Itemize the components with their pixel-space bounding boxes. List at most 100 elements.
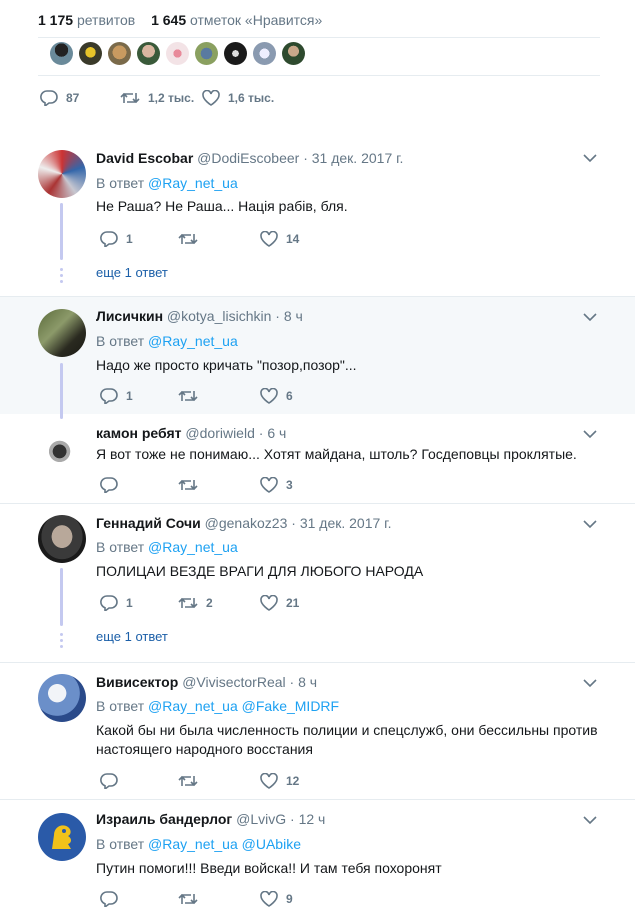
mention-link[interactable]: @Fake_MIDRF bbox=[242, 698, 339, 714]
reply-tweet[interactable]: David Escobar @DodiEscobeer · 31 дек. 20… bbox=[0, 140, 635, 297]
reply-count: 1 bbox=[126, 596, 133, 610]
reply-count: 1 bbox=[126, 389, 133, 403]
reply-button[interactable] bbox=[100, 891, 126, 907]
user-handle[interactable]: @DodiEscobeer bbox=[197, 150, 299, 166]
heart-icon bbox=[260, 231, 278, 247]
reply-tweet[interactable]: Лисичкин @kotya_lisichkin · 8 ч В ответ … bbox=[0, 297, 635, 419]
mention-link[interactable]: @UAbike bbox=[242, 836, 301, 852]
separator: · bbox=[291, 515, 296, 531]
avatar[interactable] bbox=[38, 425, 86, 473]
show-more-replies-link[interactable]: еще 1 ответ bbox=[96, 265, 168, 280]
reply-button[interactable]: 1 bbox=[100, 595, 133, 611]
mention-link[interactable]: @Ray_net_ua bbox=[148, 539, 238, 555]
retweet-button[interactable] bbox=[178, 477, 206, 493]
liker-avatar[interactable] bbox=[79, 42, 102, 65]
user-name[interactable]: камон ребят bbox=[96, 425, 182, 441]
timestamp[interactable]: 31 дек. 2017 г. bbox=[312, 150, 404, 166]
retweet-button[interactable]: 2 bbox=[178, 595, 213, 611]
user-handle[interactable]: @VivisectorReal bbox=[182, 674, 285, 690]
timestamp[interactable]: 8 ч bbox=[298, 674, 317, 690]
reply-button[interactable] bbox=[100, 773, 126, 789]
chevron-down-icon[interactable] bbox=[583, 519, 597, 529]
reply-tweet[interactable]: Вивисектор @VivisectorReal · 8 ч В ответ… bbox=[0, 663, 635, 800]
user-handle[interactable]: @genakoz23 bbox=[205, 515, 288, 531]
main-retweet-button[interactable]: 1,2 тыс. bbox=[120, 90, 194, 106]
reply-button[interactable]: 1 bbox=[100, 231, 133, 247]
thread-line bbox=[60, 568, 63, 626]
liker-avatar[interactable] bbox=[224, 42, 247, 65]
like-count: 9 bbox=[286, 892, 293, 906]
avatar[interactable] bbox=[38, 813, 86, 861]
user-handle[interactable]: @LvivG bbox=[236, 811, 286, 827]
liker-avatar[interactable] bbox=[108, 42, 131, 65]
liker-avatar[interactable] bbox=[282, 42, 305, 65]
user-name[interactable]: David Escobar bbox=[96, 150, 193, 166]
retweet-icon bbox=[178, 597, 198, 609]
show-more-replies-link[interactable]: еще 1 ответ bbox=[96, 629, 168, 644]
likes-label[interactable]: отметок «Нравится» bbox=[190, 12, 322, 28]
liker-avatar[interactable] bbox=[195, 42, 218, 65]
mention-link[interactable]: @Ray_net_ua bbox=[148, 333, 238, 349]
retweet-button[interactable] bbox=[178, 388, 206, 404]
heart-icon bbox=[260, 477, 278, 493]
liker-avatar[interactable] bbox=[253, 42, 276, 65]
avatar[interactable] bbox=[38, 150, 86, 198]
mention-link[interactable]: @Ray_net_ua bbox=[148, 175, 238, 191]
retweets-count[interactable]: 1 175 bbox=[38, 12, 73, 28]
like-button[interactable]: 14 bbox=[260, 231, 299, 247]
chevron-down-icon[interactable] bbox=[583, 153, 597, 163]
retweet-icon bbox=[178, 893, 198, 905]
user-name[interactable]: Геннадий Сочи bbox=[96, 515, 201, 531]
tweet-header: Израиль бандерлог @LvivG · 12 ч bbox=[96, 811, 325, 827]
main-tweet-actions: 87 1,2 тыс. 1,6 тыс. bbox=[40, 90, 440, 110]
avatar[interactable] bbox=[38, 515, 86, 563]
retweet-button[interactable] bbox=[178, 891, 206, 907]
reply-tweet[interactable]: камон ребят @doriwield · 6 ч Я вот тоже … bbox=[0, 414, 635, 504]
like-button[interactable]: 9 bbox=[260, 891, 293, 907]
chevron-down-icon[interactable] bbox=[583, 312, 597, 322]
reply-context: В ответ @Ray_net_ua bbox=[96, 175, 238, 191]
timestamp[interactable]: 6 ч bbox=[267, 425, 286, 441]
timestamp[interactable]: 8 ч bbox=[284, 308, 303, 324]
retweet-button[interactable] bbox=[178, 231, 206, 247]
tweet-text: Какой бы ни была численность полиции и с… bbox=[96, 721, 606, 759]
retweets-label[interactable]: ретвитов bbox=[77, 12, 135, 28]
liker-avatar[interactable] bbox=[166, 42, 189, 65]
tweet-text-line: настоящего народного восстания bbox=[96, 741, 313, 757]
user-name[interactable]: Лисичкин bbox=[96, 308, 163, 324]
like-button[interactable]: 21 bbox=[260, 595, 299, 611]
retweet-button[interactable] bbox=[178, 773, 206, 789]
liker-avatar[interactable] bbox=[50, 42, 73, 65]
mention-link[interactable]: @Ray_net_ua bbox=[148, 698, 238, 714]
chevron-down-icon[interactable] bbox=[583, 678, 597, 688]
reply-tweet[interactable]: Геннадий Сочи @genakoz23 · 31 дек. 2017 … bbox=[0, 504, 635, 663]
user-name[interactable]: Израиль бандерлог bbox=[96, 811, 232, 827]
chevron-down-icon[interactable] bbox=[583, 429, 597, 439]
user-handle[interactable]: @doriwield bbox=[185, 425, 254, 441]
reply-icon bbox=[100, 388, 118, 404]
tweet-text-line: Какой бы ни была численность полиции и с… bbox=[96, 722, 598, 738]
like-button[interactable]: 3 bbox=[260, 477, 293, 493]
heart-icon bbox=[260, 891, 278, 907]
main-like-button[interactable]: 1,6 тыс. bbox=[202, 90, 274, 106]
avatar[interactable] bbox=[38, 674, 86, 722]
like-button[interactable]: 6 bbox=[260, 388, 293, 404]
reply-button[interactable] bbox=[100, 477, 126, 493]
like-button[interactable]: 12 bbox=[260, 773, 299, 789]
reply-tweet[interactable]: Израиль бандерлог @LvivG · 12 ч В ответ … bbox=[0, 800, 635, 910]
separator: · bbox=[289, 674, 295, 690]
chevron-down-icon[interactable] bbox=[583, 815, 597, 825]
avatar[interactable] bbox=[38, 309, 86, 357]
liker-avatar[interactable] bbox=[137, 42, 160, 65]
user-handle[interactable]: @kotya_lisichkin bbox=[167, 308, 271, 324]
likes-count[interactable]: 1 645 bbox=[151, 12, 186, 28]
reply-button[interactable]: 1 bbox=[100, 388, 133, 404]
like-count: 6 bbox=[286, 389, 293, 403]
timestamp[interactable]: 31 дек. 2017 г. bbox=[300, 515, 392, 531]
heart-icon bbox=[260, 773, 278, 789]
mention-link[interactable]: @Ray_net_ua bbox=[148, 836, 238, 852]
user-name[interactable]: Вивисектор bbox=[96, 674, 178, 690]
timestamp[interactable]: 12 ч bbox=[299, 811, 326, 827]
main-reply-button[interactable]: 87 bbox=[40, 90, 79, 106]
reply-prefix: В ответ bbox=[96, 333, 145, 349]
